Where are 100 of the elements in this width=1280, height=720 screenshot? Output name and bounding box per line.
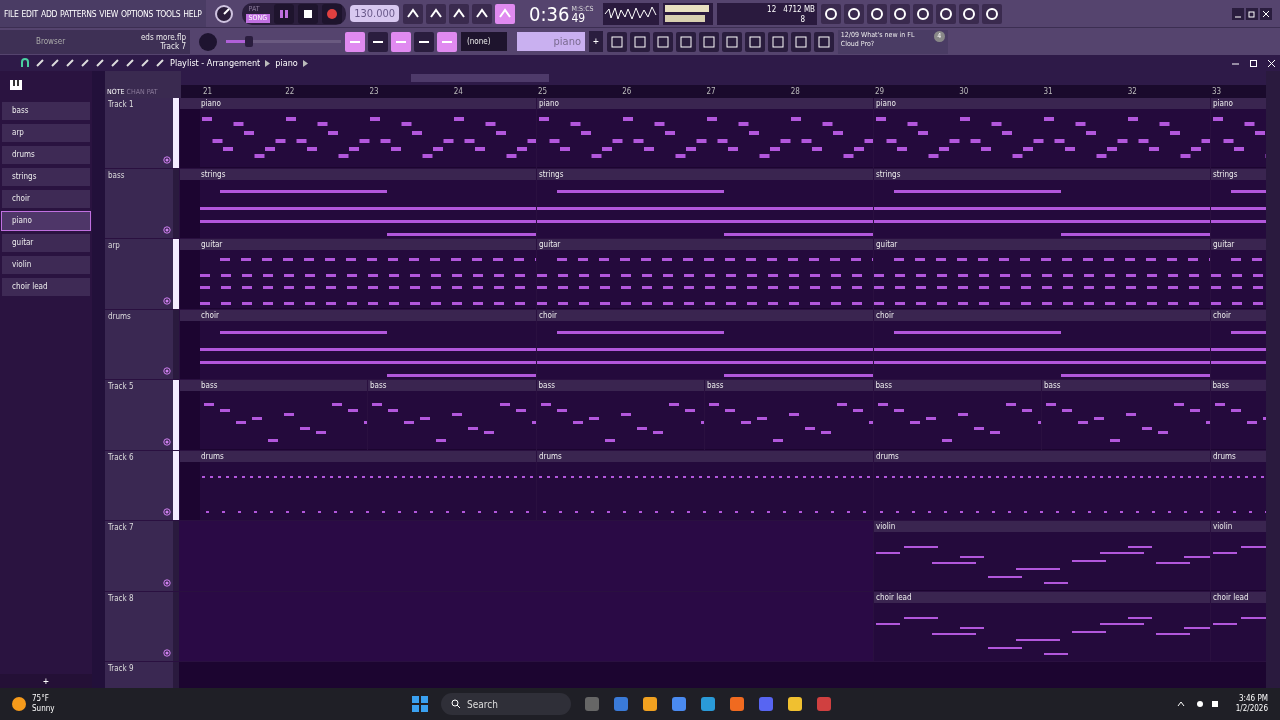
taskbar-app-icon[interactable] (787, 696, 803, 712)
timeline-ruler[interactable]: 21 22 23 24 25 26 27 28 29 30 31 32 33 (181, 85, 1266, 98)
scrollbar-thumb[interactable] (411, 74, 549, 82)
track-header[interactable]: Track 9 (105, 662, 173, 688)
pattern-clip[interactable]: guitar (1210, 239, 1266, 309)
close-icon[interactable] (1267, 58, 1276, 68)
search-field[interactable]: Search (441, 693, 571, 715)
piano-icon[interactable] (10, 79, 22, 90)
pattern-clip[interactable]: choir (1210, 309, 1266, 379)
scrollbar[interactable] (1266, 71, 1280, 688)
pattern-clip[interactable]: strings (179, 168, 536, 238)
restore-icon[interactable] (1249, 58, 1258, 68)
pattern-clip[interactable]: piano (536, 98, 873, 168)
pattern-clip[interactable]: bass (704, 380, 873, 450)
minimize-icon[interactable] (1232, 7, 1244, 20)
track-header[interactable]: drums (105, 309, 173, 379)
add-pattern-button[interactable]: + (589, 31, 603, 52)
start-icon[interactable] (412, 696, 428, 712)
toolbar-icon[interactable] (495, 3, 516, 24)
restore-icon[interactable] (1246, 7, 1258, 20)
pattern-item[interactable]: strings (2, 168, 90, 186)
toolbar-icon[interactable] (437, 31, 457, 52)
close-icon[interactable] (1260, 7, 1272, 20)
taskbar-app-icon[interactable] (700, 696, 716, 712)
toolbar-icon[interactable] (913, 3, 934, 24)
menu-item[interactable]: PATTERNS (60, 8, 97, 19)
toolbar-icon[interactable] (345, 31, 365, 52)
toolbar-icon[interactable] (449, 3, 470, 24)
menu-item[interactable]: TOOLS (156, 8, 181, 19)
pattern-clip[interactable]: strings (1210, 168, 1266, 238)
pattern-clip[interactable]: piano (1210, 98, 1266, 168)
pattern-item[interactable]: choir lead (2, 278, 90, 296)
track-enable-icon[interactable] (163, 367, 171, 375)
pattern-clip[interactable]: choir (873, 309, 1210, 379)
pattern-clip[interactable]: drums (1210, 450, 1266, 520)
pattern-clip[interactable]: drums (536, 450, 873, 520)
toolbar-icon[interactable] (368, 31, 388, 52)
breadcrumb-item[interactable]: Playlist - Arrangement (170, 58, 261, 68)
pattern-item[interactable]: choir (2, 190, 90, 208)
toolbar-icon[interactable] (936, 3, 957, 24)
scrollbar[interactable] (92, 71, 105, 688)
pattern-clip[interactable]: drums (179, 450, 536, 520)
menu-item[interactable]: EDIT (21, 8, 38, 19)
pattern-clip[interactable]: drums (873, 450, 1210, 520)
pattern-item[interactable]: drums (2, 146, 90, 164)
pattern-item[interactable]: piano (2, 212, 90, 230)
pattern-clip[interactable]: choir lead (873, 591, 1210, 661)
toolbar-icon[interactable] (890, 3, 911, 24)
stop-button[interactable] (298, 3, 319, 24)
browser-title[interactable]: Browser (36, 37, 66, 46)
pattern-item[interactable]: arp (2, 124, 90, 142)
pattern-item[interactable]: bass (2, 102, 90, 120)
tempo-display[interactable]: 130.000 (350, 5, 400, 22)
pattern-clip[interactable]: guitar (536, 239, 873, 309)
taskbar-app-icon[interactable] (642, 696, 658, 712)
track-enable-icon[interactable] (163, 155, 171, 164)
toolbar-icon[interactable] (391, 31, 411, 52)
breadcrumb-item[interactable]: piano (275, 58, 298, 68)
taskbar-app-icon[interactable] (613, 696, 629, 712)
menu-item[interactable]: HELP (183, 8, 202, 19)
magnet-icon[interactable] (20, 58, 30, 68)
pattern-clip[interactable]: violin (1210, 521, 1266, 591)
pattern-clip[interactable]: choir (536, 309, 873, 379)
pattern-clip[interactable]: choir (179, 309, 536, 379)
toolbar-icon[interactable] (844, 3, 865, 24)
menu-item[interactable]: OPTIONS (120, 8, 153, 19)
knob-icon[interactable] (213, 3, 234, 24)
taskbar-app-icon[interactable] (729, 696, 745, 712)
pattern-clip[interactable]: choir lead (1210, 591, 1266, 661)
track-header[interactable]: Track 6 (105, 450, 173, 520)
pattern-clip[interactable]: bass (535, 380, 704, 450)
track-enable-icon[interactable] (163, 508, 171, 516)
pattern-clip[interactable]: bass (1209, 380, 1266, 450)
pattern-clip[interactable]: bass (1041, 380, 1210, 450)
track-header[interactable]: arp (105, 239, 173, 309)
menu-item[interactable]: ADD (41, 8, 58, 19)
toolbar-icon[interactable] (867, 3, 888, 24)
track-enable-icon[interactable] (163, 226, 171, 234)
pause-button[interactable] (274, 3, 295, 24)
pattern-clip[interactable]: strings (536, 168, 873, 238)
pattern-clip[interactable]: piano (179, 98, 536, 168)
pattern-clip[interactable]: strings (873, 168, 1210, 238)
track-header[interactable]: Track 5 (105, 380, 173, 450)
menu-item[interactable]: VIEW (99, 8, 118, 19)
toolbar-icon[interactable] (472, 3, 493, 24)
record-button[interactable] (322, 3, 343, 24)
track-header[interactable]: Track 7 (105, 521, 173, 591)
track-enable-icon[interactable] (163, 437, 171, 446)
track-header[interactable]: Track 1 (105, 98, 173, 168)
pattern-clip[interactable]: bass (179, 380, 367, 450)
toolbar-icon[interactable] (821, 3, 842, 24)
toolbar-icon[interactable] (982, 3, 1003, 24)
track-header[interactable]: Track 8 (105, 591, 173, 661)
pattern-clip[interactable]: bass (872, 380, 1041, 450)
menu-item[interactable]: FILE (4, 8, 19, 19)
toolbar-icon[interactable] (414, 31, 434, 52)
add-pattern-button[interactable]: + (0, 674, 92, 688)
pattern-clip[interactable]: guitar (179, 239, 536, 309)
pattern-clip[interactable]: bass (367, 380, 536, 450)
pattern-item[interactable]: guitar (2, 234, 90, 252)
